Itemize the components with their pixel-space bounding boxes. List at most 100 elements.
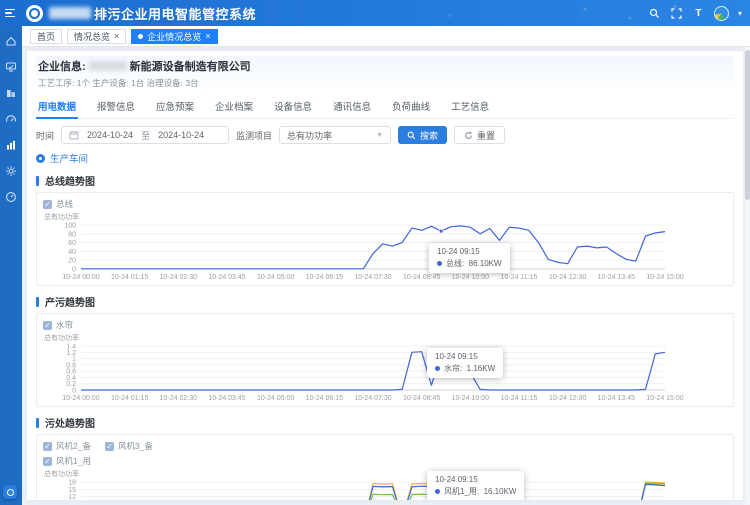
scrollbar-thumb[interactable] bbox=[745, 50, 750, 200]
workshop-label: 生产车间 bbox=[50, 151, 88, 165]
tag-view-tab[interactable]: 企业情况总览× bbox=[131, 29, 217, 44]
monitor-icon bbox=[5, 61, 17, 73]
y-tick-label: 0.6 bbox=[66, 369, 76, 376]
line-chart[interactable]: 总有功功率00.20.40.60.811.21.410-24 00:0010-2… bbox=[43, 331, 725, 405]
workshop-radio[interactable]: 生产车间 bbox=[36, 151, 734, 165]
sidebar-collapse-icon[interactable] bbox=[5, 6, 19, 20]
fullscreen-icon[interactable] bbox=[670, 7, 683, 20]
chart-box: ✓总线总有功功率02040608010010-24 00:0010-24 01:… bbox=[36, 192, 734, 286]
sidebar bbox=[0, 26, 22, 505]
x-tick-label: 10-24 08:45 bbox=[403, 395, 440, 402]
legend-label: 风机1_用 bbox=[56, 455, 91, 467]
x-tick-label: 10-24 03:45 bbox=[208, 395, 245, 402]
close-icon[interactable]: × bbox=[114, 32, 119, 41]
checkbox-checked-icon: ✓ bbox=[43, 442, 52, 451]
monitor-label: 监测项目 bbox=[236, 129, 272, 142]
legend-checkbox-水帘[interactable]: ✓水帘 bbox=[43, 319, 73, 331]
refresh-icon bbox=[464, 131, 473, 140]
legend-label: 风机3_备 bbox=[118, 440, 153, 452]
sidebar-item-dashboard-icon[interactable] bbox=[3, 189, 19, 204]
y-tick-label: 1.2 bbox=[66, 350, 76, 357]
chart-legend: ✓水帘 bbox=[43, 319, 727, 331]
chevron-down-icon: ▼ bbox=[376, 132, 383, 139]
sidebar-item-enterprise-icon[interactable] bbox=[3, 85, 19, 100]
x-tick-label: 10-24 00:00 bbox=[62, 274, 99, 281]
legend-label: 风机2_备 bbox=[56, 440, 91, 452]
floating-widget-button[interactable] bbox=[3, 485, 17, 499]
chart-box: ✓水帘总有功功率00.20.40.60.811.21.410-24 00:001… bbox=[36, 313, 734, 407]
x-tick-label: 10-24 15:00 bbox=[646, 274, 683, 281]
chart-legend: ✓总线 bbox=[43, 198, 727, 210]
chart-box: ✓ 风机2_备 ✓风机3_备 ✓风机1_用总有功功率036912151810-24 0… bbox=[36, 434, 734, 501]
tab-设备信息[interactable]: 设备信息 bbox=[272, 96, 314, 118]
chart-section: 污处趋势图 ✓ 风机2_备 ✓风机3_备 ✓风机1_用总有功功率036912151810… bbox=[36, 415, 734, 501]
legend-checkbox-总线[interactable]: ✓总线 bbox=[43, 198, 73, 210]
y-tick-label: 18 bbox=[68, 480, 76, 487]
reset-button-label: 重置 bbox=[477, 129, 495, 142]
y-tick-label: 20 bbox=[68, 258, 76, 265]
search-icon bbox=[407, 131, 416, 140]
hover-point bbox=[439, 229, 443, 233]
hover-point bbox=[439, 352, 443, 356]
legend-checkbox-风机3_备[interactable]: ✓风机3_备 bbox=[105, 440, 153, 452]
section-title-text: 总线趋势图 bbox=[45, 173, 95, 188]
charts-container: 总线趋势图✓总线总有功功率02040608010010-24 00:0010-2… bbox=[36, 173, 734, 501]
chart-section: 产污趋势图✓水帘总有功功率00.20.40.60.811.21.410-24 0… bbox=[36, 294, 734, 407]
date-to-value[interactable]: 2024-10-24 bbox=[158, 130, 204, 140]
y-tick-label: 0.8 bbox=[66, 362, 76, 369]
chevron-down-icon[interactable]: ▾ bbox=[738, 9, 742, 18]
legend-checkbox-风机1_用[interactable]: ✓风机1_用 bbox=[43, 455, 91, 467]
section-title: 污处趋势图 bbox=[36, 415, 734, 430]
legend-label: 水帘 bbox=[56, 319, 73, 331]
user-avatar[interactable] bbox=[714, 6, 729, 21]
date-from-value[interactable]: 2024-10-24 bbox=[87, 130, 133, 140]
tab-应急预案[interactable]: 应急预案 bbox=[154, 96, 196, 118]
y-tick-label: 60 bbox=[68, 240, 76, 247]
y-tick-label: 12 bbox=[68, 494, 76, 501]
search-icon[interactable] bbox=[648, 7, 661, 20]
date-range-picker[interactable]: 2024-10-24 至 2024-10-24 bbox=[61, 126, 229, 144]
monitor-select-value: 总有功功率 bbox=[287, 129, 332, 142]
scrollbar-track bbox=[745, 47, 750, 505]
close-icon[interactable]: × bbox=[205, 32, 210, 41]
tab-企业档案[interactable]: 企业档案 bbox=[213, 96, 255, 118]
y-axis-name: 总有功功率 bbox=[44, 333, 79, 342]
monitor-select[interactable]: 总有功功率 ▼ bbox=[279, 126, 391, 144]
gear-icon bbox=[5, 165, 17, 177]
line-chart[interactable]: 总有功功率02040608010010-24 00:0010-24 01:151… bbox=[43, 210, 725, 284]
y-axis-name: 总有功功率 bbox=[44, 212, 79, 221]
title-accent-bar bbox=[36, 297, 39, 307]
x-tick-label: 10-24 11:15 bbox=[501, 395, 538, 402]
gauge-icon bbox=[5, 113, 17, 125]
search-button[interactable]: 搜索 bbox=[398, 126, 447, 144]
home-icon bbox=[5, 35, 17, 47]
y-tick-label: 80 bbox=[68, 231, 76, 238]
tab-报警信息[interactable]: 报警信息 bbox=[95, 96, 137, 118]
x-tick-label: 10-24 12:30 bbox=[549, 274, 586, 281]
app-title: 排污企业用电智能管控系统 bbox=[94, 4, 256, 23]
y-tick-label: 40 bbox=[68, 249, 76, 256]
legend-checkbox-风机2_备[interactable]: ✓ 风机2_备 bbox=[43, 440, 91, 452]
x-tick-label: 10-24 07:30 bbox=[354, 274, 391, 281]
sidebar-item-bar-chart-icon[interactable] bbox=[3, 137, 19, 152]
font-size-icon[interactable]: T bbox=[692, 7, 705, 20]
sidebar-item-monitor-icon[interactable] bbox=[3, 59, 19, 74]
x-tick-label: 10-24 10:00 bbox=[452, 395, 489, 402]
tag-view-tab[interactable]: 首页 bbox=[30, 29, 62, 44]
y-axis-name: 总有功功率 bbox=[44, 469, 79, 478]
sidebar-item-gauge-icon[interactable] bbox=[3, 111, 19, 126]
tag-view-tab[interactable]: 情况总览× bbox=[67, 29, 126, 44]
x-tick-label: 10-24 06:15 bbox=[306, 274, 343, 281]
reset-button[interactable]: 重置 bbox=[454, 126, 505, 144]
sidebar-item-home-icon[interactable] bbox=[3, 33, 19, 48]
tab-工艺信息[interactable]: 工艺信息 bbox=[449, 96, 491, 118]
section-title: 总线趋势图 bbox=[36, 173, 734, 188]
y-tick-label: 100 bbox=[64, 223, 76, 230]
tab-用电数据[interactable]: 用电数据 bbox=[36, 96, 78, 119]
line-chart[interactable]: 总有功功率036912151810-24 00:0010-24 01:1510-… bbox=[43, 467, 725, 501]
tab-通讯信息[interactable]: 通讯信息 bbox=[331, 96, 373, 118]
series-line-风机2_备 bbox=[81, 482, 665, 501]
x-tick-label: 10-24 10:00 bbox=[452, 274, 489, 281]
tab-负荷曲线[interactable]: 负荷曲线 bbox=[390, 96, 432, 118]
sidebar-item-gear-icon[interactable] bbox=[3, 163, 19, 178]
